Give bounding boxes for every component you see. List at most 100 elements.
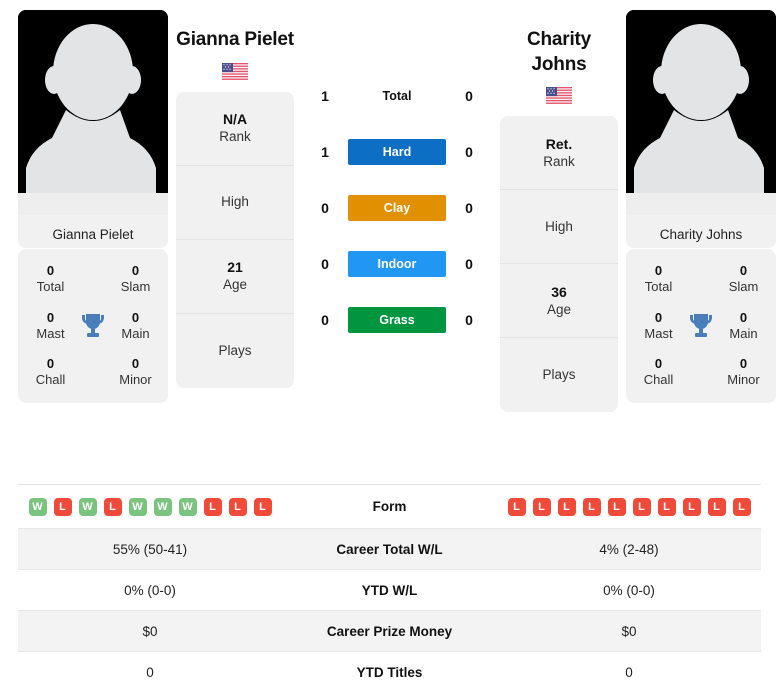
h2h-total-left: 1 xyxy=(321,88,329,104)
right-player-info-card: Ret. Rank High 36 Age Plays xyxy=(500,116,618,413)
right-player-header: Charity Johns xyxy=(500,10,618,105)
h2h-row-hard: 1 Hard 0 xyxy=(302,124,492,180)
right-player-photo-caption: Charity Johns xyxy=(626,215,776,248)
table-row-form: WLWLWWWLLL Form LLLLLLLLLL xyxy=(18,484,761,528)
left-ytd-titles: 0 xyxy=(146,664,154,680)
h2h-row-total: 1 Total 0 xyxy=(302,68,492,124)
left-titles-chall: 0 Chall xyxy=(35,356,66,388)
h2h-hard-right: 0 xyxy=(465,144,473,160)
left-form-badge[interactable]: W xyxy=(153,497,172,516)
left-form-cell: WLWLWWWLLL xyxy=(18,497,282,516)
right-player-info-column: Charity Johns Ret. Rank High 36 Age Play… xyxy=(500,10,618,413)
trophy-icon xyxy=(681,312,721,340)
surface-badge-indoor[interactable]: Indoor xyxy=(348,251,446,277)
left-player-photo-column: Gianna Pielet 0 Total 0 Slam 0 Mast 0 Ma… xyxy=(18,10,168,403)
left-player-info-card: N/A Rank High 21 Age Plays xyxy=(176,91,294,388)
right-player-photo-column: Charity Johns 0 Total 0 Slam 0 Mast 0 Ma… xyxy=(626,10,776,403)
right-titles-slam: 0 Slam xyxy=(728,263,759,295)
left-form-badge[interactable]: L xyxy=(253,497,272,516)
h2h-row-clay: 0 Clay 0 xyxy=(302,180,492,236)
left-player-titles-card: 0 Total 0 Slam 0 Mast 0 Main 0 Chall 0 M… xyxy=(18,249,168,403)
left-titles-slam: 0 Slam xyxy=(120,263,151,295)
comparison-header: Gianna Pielet 0 Total 0 Slam 0 Mast 0 Ma… xyxy=(0,0,779,478)
left-form-badge[interactable]: L xyxy=(203,497,222,516)
left-titles-total: 0 Total xyxy=(36,263,65,295)
left-player-avatar xyxy=(18,10,168,215)
right-form-badge[interactable]: L xyxy=(632,497,651,516)
right-form-badge[interactable]: L xyxy=(732,497,751,516)
table-row-career-total-wl: 55% (50-41) Career Total W/L 4% (2-48) xyxy=(18,528,761,569)
right-titles-total: 0 Total xyxy=(644,263,673,295)
left-player-name[interactable]: Gianna Pielet xyxy=(176,28,294,53)
right-age-row: 36 Age xyxy=(500,264,618,339)
right-ytd-titles: 0 xyxy=(625,664,633,680)
h2h-clay-left: 0 xyxy=(321,200,329,216)
form-row-label: Form xyxy=(372,499,407,514)
left-rank-row: N/A Rank xyxy=(176,92,294,166)
label-ytd-titles: YTD Titles xyxy=(356,664,423,680)
label-ytd-wl: YTD W/L xyxy=(361,582,418,598)
left-form-badge[interactable]: W xyxy=(28,497,47,516)
right-titles-mast: 0 Mast xyxy=(644,309,673,341)
left-age-row: 21 Age xyxy=(176,240,294,314)
h2h-hard-left: 1 xyxy=(321,144,329,160)
left-titles-main: 0 Main xyxy=(121,309,150,341)
h2h-indoor-left: 0 xyxy=(321,256,329,272)
h2h-grass-right: 0 xyxy=(465,312,473,328)
left-form-badge[interactable]: L xyxy=(228,497,247,516)
player-comparison-page: Gianna Pielet 0 Total 0 Slam 0 Mast 0 Ma… xyxy=(0,0,779,699)
right-career-prize-money: $0 xyxy=(621,623,637,639)
right-titles-main: 0 Main xyxy=(729,309,758,341)
left-form-badge[interactable]: W xyxy=(178,497,197,516)
h2h-total-label: Total xyxy=(382,89,412,103)
right-player-name[interactable]: Charity Johns xyxy=(500,28,618,77)
right-player-photo-card[interactable]: Charity Johns xyxy=(626,10,776,248)
left-player-info-column: Gianna Pielet N/A Rank High 21 Age Plays xyxy=(176,10,294,388)
right-player-avatar xyxy=(626,10,776,215)
right-form-badge[interactable]: L xyxy=(657,497,676,516)
right-form-list: LLLLLLLLLL xyxy=(497,497,761,516)
h2h-clay-right: 0 xyxy=(465,200,473,216)
left-form-badge[interactable]: W xyxy=(78,497,97,516)
left-player-photo-card[interactable]: Gianna Pielet xyxy=(18,10,168,248)
left-form-badge[interactable]: L xyxy=(53,497,72,516)
left-form-badge[interactable]: L xyxy=(103,497,122,516)
left-titles-mast: 0 Mast xyxy=(36,309,65,341)
right-form-badge[interactable]: L xyxy=(507,497,526,516)
right-high-row: High xyxy=(500,190,618,265)
right-form-badge[interactable]: L xyxy=(682,497,701,516)
right-titles-minor: 0 Minor xyxy=(727,356,760,388)
right-player-titles-card: 0 Total 0 Slam 0 Mast 0 Main 0 Chall 0 M… xyxy=(626,249,776,403)
surface-badge-clay[interactable]: Clay xyxy=(348,195,446,221)
left-form-badge[interactable]: W xyxy=(128,497,147,516)
h2h-indoor-right: 0 xyxy=(465,256,473,272)
surface-badge-hard[interactable]: Hard xyxy=(348,139,446,165)
trophy-icon xyxy=(73,312,113,340)
right-form-cell: LLLLLLLLLL xyxy=(497,497,761,516)
h2h-grass-left: 0 xyxy=(321,312,329,328)
label-career-prize-money: Career Prize Money xyxy=(326,623,453,639)
left-titles-minor: 0 Minor xyxy=(119,356,152,388)
us-flag-icon xyxy=(222,62,248,80)
right-plays-row: Plays xyxy=(542,367,576,383)
right-form-badge[interactable]: L xyxy=(557,497,576,516)
right-form-badge[interactable]: L xyxy=(582,497,601,516)
right-form-badge[interactable]: L xyxy=(607,497,626,516)
right-ytd-wl: 0% (0-0) xyxy=(603,582,655,598)
left-career-total-wl: 55% (50-41) xyxy=(112,541,188,557)
left-player-photo-caption: Gianna Pielet xyxy=(18,215,168,248)
left-career-prize-money: $0 xyxy=(142,623,158,639)
left-player-header: Gianna Pielet xyxy=(176,10,294,80)
surface-badge-grass[interactable]: Grass xyxy=(348,307,446,333)
table-row-ytd-titles: 0 YTD Titles 0 xyxy=(18,651,761,692)
h2h-row-indoor: 0 Indoor 0 xyxy=(302,236,492,292)
left-ytd-wl: 0% (0-0) xyxy=(124,582,176,598)
table-row-career-prize-money: $0 Career Prize Money $0 xyxy=(18,610,761,651)
right-titles-chall: 0 Chall xyxy=(643,356,674,388)
table-row-ytd-wl: 0% (0-0) YTD W/L 0% (0-0) xyxy=(18,569,761,610)
right-form-badge[interactable]: L xyxy=(532,497,551,516)
right-form-badge[interactable]: L xyxy=(707,497,726,516)
h2h-total-right: 0 xyxy=(465,88,473,104)
stats-comparison-table: WLWLWWWLLL Form LLLLLLLLLL 55% (50-41) C… xyxy=(18,484,761,692)
left-form-list: WLWLWWWLLL xyxy=(18,497,282,516)
